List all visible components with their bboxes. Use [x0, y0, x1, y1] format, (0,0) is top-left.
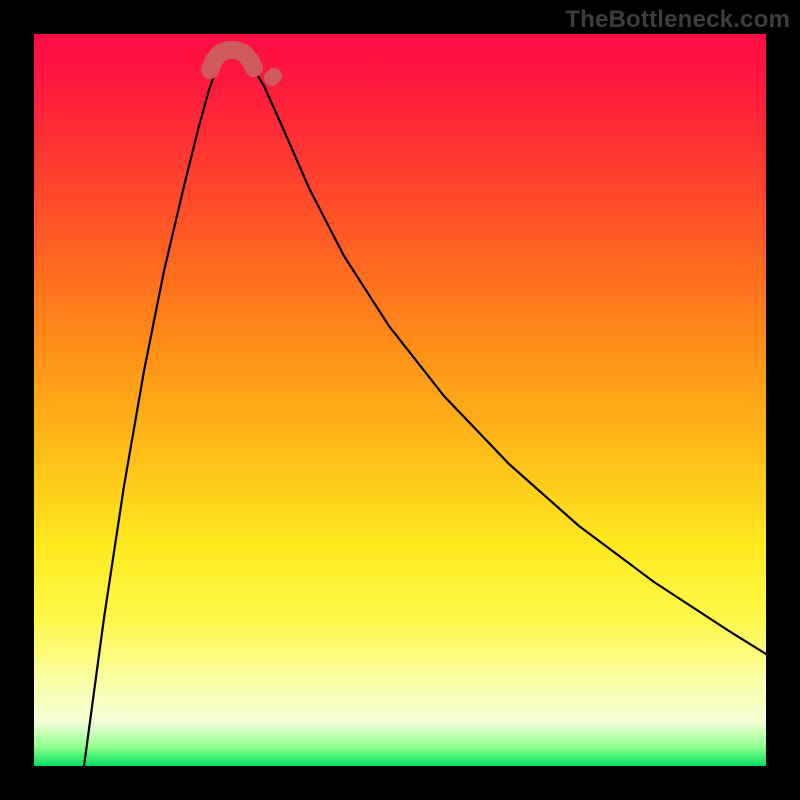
series-left-curve	[84, 53, 248, 766]
chart-frame: TheBottleneck.com	[0, 0, 800, 800]
series-right-curve	[252, 66, 766, 654]
series-bottom-U-marker	[210, 50, 254, 70]
plot-area	[34, 34, 766, 766]
chart-curves	[34, 34, 766, 766]
series-right-dot-marker	[272, 76, 274, 78]
watermark-text: TheBottleneck.com	[565, 6, 790, 34]
